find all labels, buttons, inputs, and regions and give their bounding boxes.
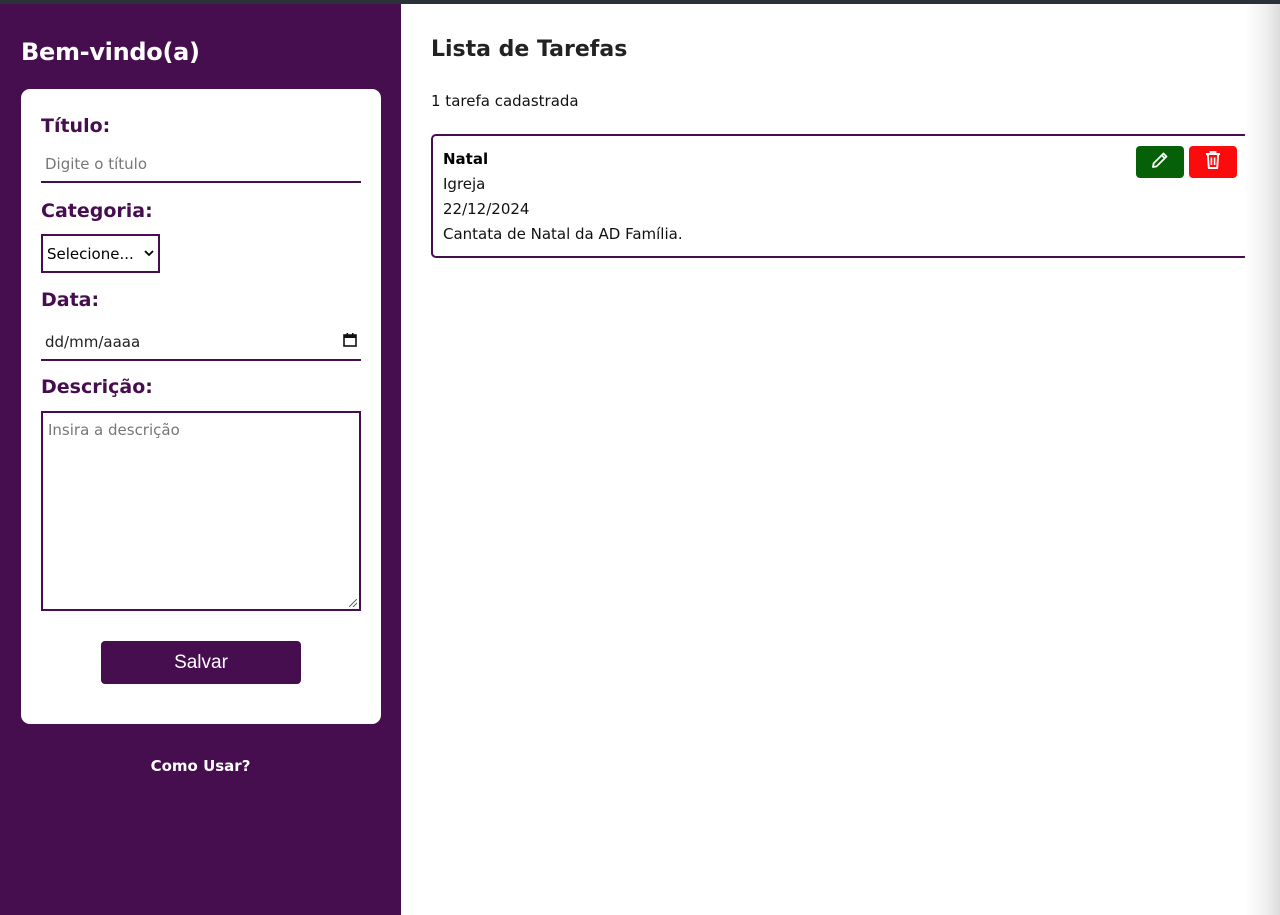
description-label: Descrição: (41, 376, 153, 398)
task-form: Título: Digite o título Categoria: Selec… (21, 89, 381, 724)
date-input[interactable]: dd/mm/aaaa (41, 325, 361, 361)
save-button[interactable]: Salvar (101, 641, 301, 684)
task-category: Igreja (443, 175, 486, 193)
resize-handle[interactable] (349, 599, 357, 607)
task-card: Natal Igreja 22/12/2024 Cantata de Natal… (431, 134, 1249, 258)
title-label: Título: (41, 115, 111, 137)
description-placeholder: Insira a descrição (48, 421, 180, 439)
date-label: Data: (41, 289, 100, 311)
category-label: Categoria: (41, 200, 153, 222)
task-count: 1 tarefa cadastrada (431, 92, 579, 110)
task-description: Cantata de Natal da AD Família. (443, 225, 683, 243)
title-placeholder: Digite o título (45, 155, 148, 173)
chevron-down-icon (144, 247, 154, 260)
title-input[interactable]: Digite o título (41, 147, 361, 183)
page-title: Lista de Tarefas (431, 37, 628, 62)
trash-icon (1204, 150, 1222, 174)
category-selected-value: Selecione... (47, 244, 134, 263)
date-value: dd/mm/aaaa (45, 333, 141, 351)
delete-task-button[interactable] (1189, 146, 1237, 178)
window-edge-shadow (1245, 4, 1280, 915)
pencil-icon (1150, 150, 1170, 174)
task-date: 22/12/2024 (443, 200, 530, 218)
main-content: Lista de Tarefas 1 tarefa cadastrada Nat… (401, 4, 1249, 915)
task-title: Natal (443, 150, 489, 168)
welcome-heading: Bem-vindo(a) (21, 38, 200, 66)
sidebar: Bem-vindo(a) Título: Digite o título Cat… (0, 4, 401, 915)
help-link[interactable]: Como Usar? (0, 757, 401, 775)
category-select[interactable]: Selecione... (41, 234, 160, 273)
description-textarea[interactable]: Insira a descrição (41, 411, 361, 611)
edit-task-button[interactable] (1136, 146, 1184, 178)
calendar-icon[interactable] (343, 333, 357, 351)
